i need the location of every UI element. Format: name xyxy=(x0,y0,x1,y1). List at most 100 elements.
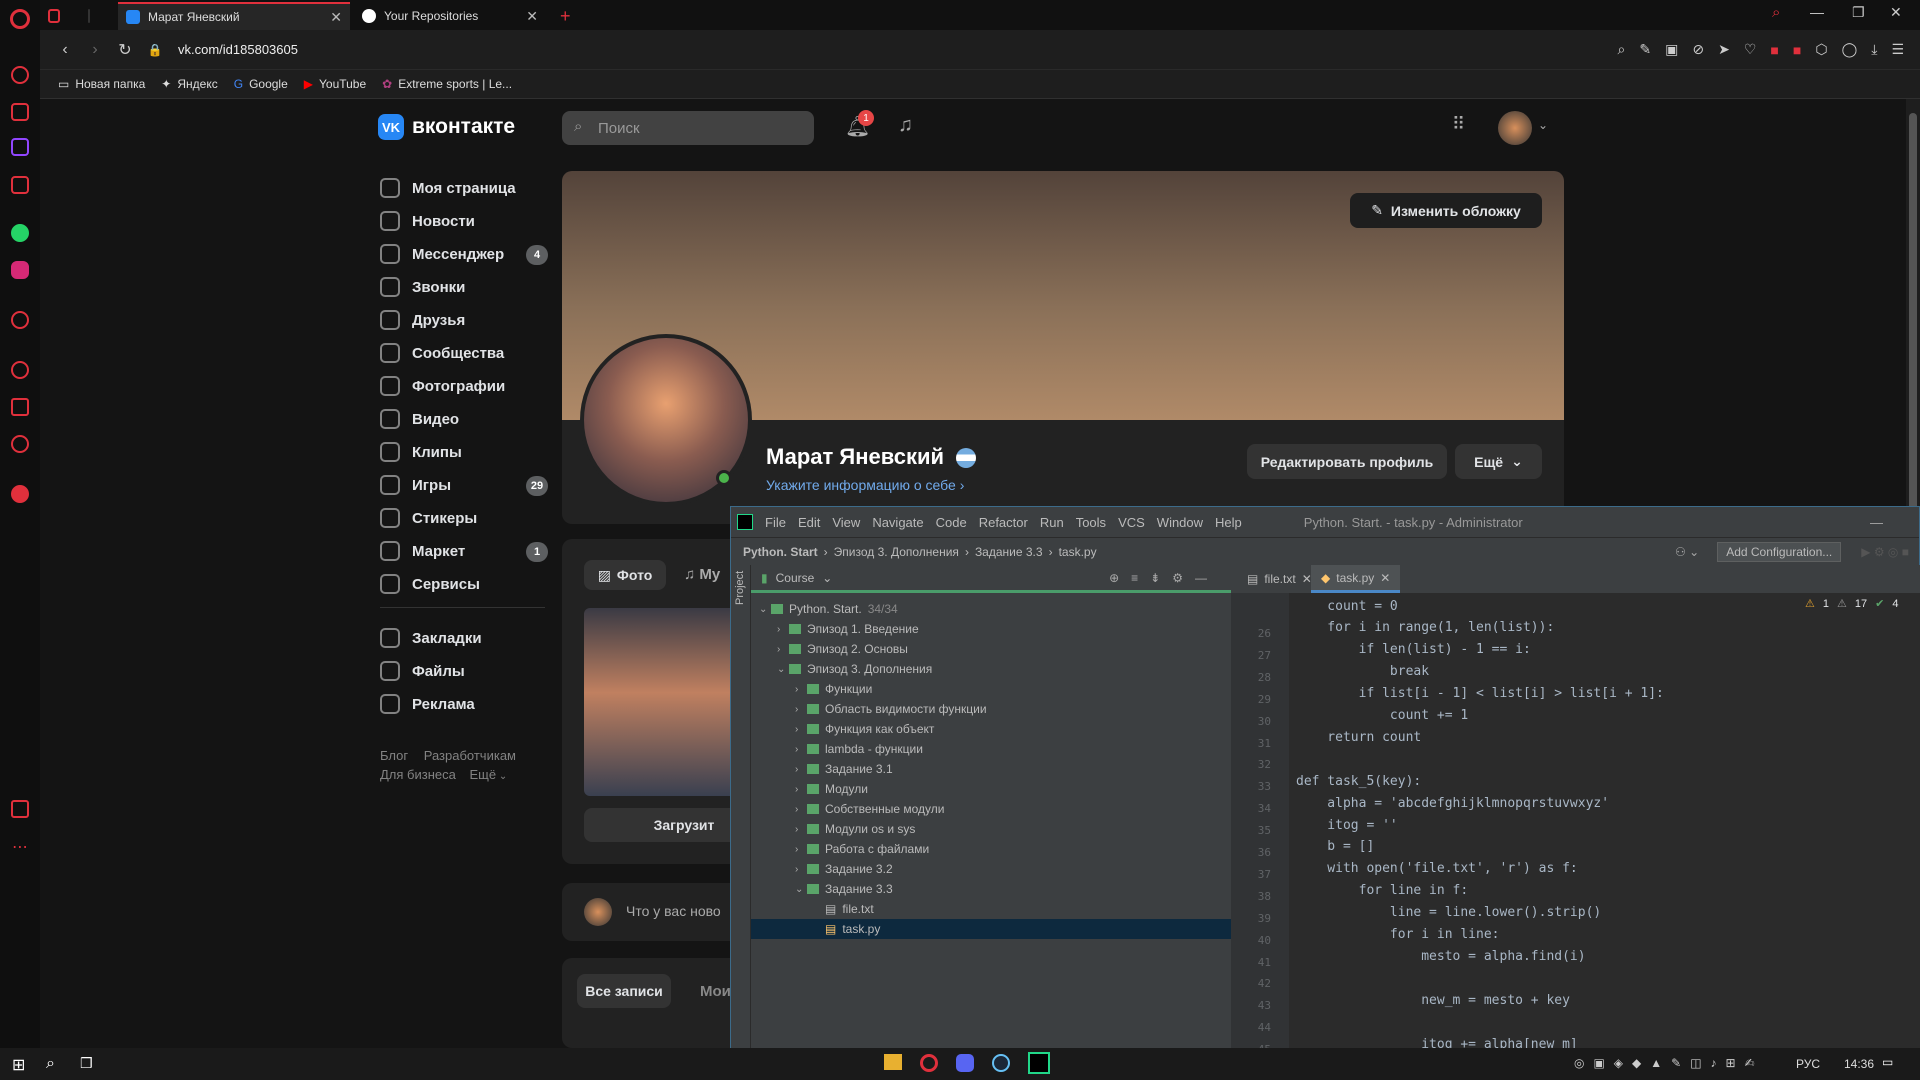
camera-icon[interactable]: ▣ xyxy=(1665,41,1678,58)
code-line[interactable]: count += 1 xyxy=(1296,705,1468,727)
tree-row[interactable]: ⌄ Эпизод 3. Дополнения xyxy=(751,659,1231,679)
code-line[interactable]: def task_5(key): xyxy=(1296,770,1421,792)
tree-row[interactable]: › Функции xyxy=(751,679,1231,699)
tab-my-posts[interactable]: Мои xyxy=(700,983,731,1000)
footer-link-dev[interactable]: Разработчикам xyxy=(424,748,516,763)
menu-edit[interactable]: Edit xyxy=(798,515,820,530)
box-icon[interactable] xyxy=(11,398,29,416)
menu-help[interactable]: Help xyxy=(1215,515,1242,530)
settings-icon[interactable] xyxy=(11,435,29,453)
editor-tab-file-txt[interactable]: ▤ file.txt ✕ xyxy=(1237,565,1322,593)
whatsapp-icon[interactable] xyxy=(11,224,29,242)
tree-row[interactable]: ⌄ Python. Start. 34/34 xyxy=(751,599,1231,619)
tab-pinned[interactable] xyxy=(80,2,98,30)
code-line[interactable]: for line in f: xyxy=(1296,880,1469,902)
chevron-icon[interactable]: › xyxy=(777,624,789,635)
bookmark-extreme[interactable]: ✿ Extreme sports | Le... xyxy=(382,77,512,91)
menu-item[interactable]: Сообщества xyxy=(380,343,504,363)
chevron-icon[interactable]: › xyxy=(795,824,807,835)
history-icon[interactable] xyxy=(11,361,29,379)
tree-row[interactable]: › Задание 3.1 xyxy=(751,759,1231,779)
twitch-icon[interactable] xyxy=(11,138,29,156)
menu-item[interactable]: Мессенджер xyxy=(380,244,504,264)
search-icon[interactable]: ⌕ xyxy=(46,1055,55,1073)
breadcrumb-item[interactable]: Эпизод 3. Дополнения xyxy=(834,545,959,559)
reload-icon[interactable]: ↻ xyxy=(110,40,140,60)
chevron-icon[interactable]: › xyxy=(795,784,807,795)
code-line[interactable]: break xyxy=(1296,661,1429,683)
forward-icon[interactable]: › xyxy=(80,41,110,59)
tree-row[interactable]: › Модули xyxy=(751,779,1231,799)
pycharm-taskbar-icon[interactable] xyxy=(1028,1052,1050,1074)
breadcrumb-item[interactable]: task.py xyxy=(1059,545,1097,559)
bookmark-google[interactable]: G Google xyxy=(234,77,288,91)
avatar[interactable] xyxy=(1498,111,1532,145)
tree-row[interactable]: › lambda - функции xyxy=(751,739,1231,759)
menu-window[interactable]: Window xyxy=(1157,515,1203,530)
code-line[interactable]: return count xyxy=(1296,726,1421,748)
vk-logo[interactable]: VK вконтакте xyxy=(378,114,515,140)
tab-photo[interactable]: ▨ Фото xyxy=(584,560,666,590)
code-line[interactable]: for i in line: xyxy=(1296,924,1500,946)
menu-item[interactable]: Сервисы xyxy=(380,574,480,594)
chevron-icon[interactable]: ⌄ xyxy=(777,664,789,675)
code-line[interactable]: new_m = mesto + key xyxy=(1296,989,1570,1011)
opera-logo[interactable] xyxy=(0,0,40,40)
chevron-down-icon[interactable]: ⌄ xyxy=(1538,118,1548,132)
tab-game-icon[interactable] xyxy=(40,2,68,30)
editor-tab-task-py[interactable]: ◆ task.py ✕ xyxy=(1311,565,1401,593)
menu-refactor[interactable]: Refactor xyxy=(979,515,1028,530)
instagram-icon[interactable] xyxy=(11,261,29,279)
menu-item[interactable]: Маркет xyxy=(380,541,465,561)
change-cover-button[interactable]: ✎ Изменить обложку xyxy=(1350,193,1542,228)
extension-icon[interactable]: ■ xyxy=(1793,42,1801,58)
opera-taskbar-icon[interactable] xyxy=(920,1054,938,1072)
chevron-icon[interactable]: › xyxy=(795,704,807,715)
minimize-icon[interactable]: — xyxy=(1810,4,1824,20)
tree-row[interactable]: › Область видимости функции xyxy=(751,699,1231,719)
new-tab-button[interactable]: + xyxy=(552,2,579,30)
code-editor[interactable]: ▤ file.txt ✕ ◆ task.py ✕ 26 27 28 29 30 31 32 33 34 3… xyxy=(1231,565,1920,1078)
code-line[interactable]: with open('file.txt', 'r') as f: xyxy=(1296,858,1577,880)
back-icon[interactable]: ‹ xyxy=(50,41,80,59)
upload-button[interactable]: Загрузит xyxy=(584,808,744,842)
close-tab-icon[interactable]: ✕ xyxy=(330,9,342,26)
more-button[interactable]: Ещё ⌄ xyxy=(1455,444,1542,479)
search-input[interactable]: ⌕ Поиск xyxy=(562,111,814,145)
breadcrumb-item[interactable]: Python. Start xyxy=(743,545,818,559)
code-line[interactable]: itog = '' xyxy=(1296,814,1397,836)
menu-item[interactable]: Новости xyxy=(380,211,475,231)
language-indicator[interactable]: РУС xyxy=(1796,1057,1820,1071)
tree-row[interactable]: › Работа с файлами xyxy=(751,839,1231,859)
panel-tools[interactable]: ⊕≡⇟⚙— xyxy=(1109,571,1219,585)
bookmark-youtube[interactable]: ▶ YouTube xyxy=(304,77,366,91)
tab-vk[interactable]: Марат Яневский ✕ xyxy=(118,2,350,30)
menu-item[interactable]: Фотографии xyxy=(380,376,505,396)
profile-about-link[interactable]: Укажите информацию о себе › xyxy=(766,477,964,493)
tree-row[interactable]: ▤ file.txt xyxy=(751,899,1231,919)
add-configuration-button[interactable]: Add Configuration... xyxy=(1717,541,1842,562)
user-icon[interactable]: ⚇ ⌄ xyxy=(1675,545,1699,559)
send-icon[interactable]: ➤ xyxy=(1718,41,1730,58)
chevron-icon[interactable]: › xyxy=(795,764,807,775)
account-icon[interactable]: ◯ xyxy=(1842,41,1858,58)
menu-item[interactable]: Закладки xyxy=(380,628,482,648)
maximize-icon[interactable]: ❐ xyxy=(1852,4,1865,21)
music-icon[interactable]: ♫ xyxy=(898,114,913,137)
menu-code[interactable]: Code xyxy=(936,515,967,530)
code-line[interactable]: line = line.lower().strip() xyxy=(1296,902,1601,924)
tab-music[interactable]: ♫ Му xyxy=(684,566,720,583)
menu-tools[interactable]: Tools xyxy=(1076,515,1106,530)
tree-row[interactable]: › Эпизод 1. Введение xyxy=(751,619,1231,639)
tree-row[interactable]: › Эпизод 2. Основы xyxy=(751,639,1231,659)
inspection-widget[interactable]: ⚠ 1 ⚠ 17 ✔ 4 xyxy=(1805,597,1898,611)
clock[interactable]: 14:36 xyxy=(1844,1057,1874,1071)
search-icon[interactable]: ⌕ xyxy=(1618,41,1626,58)
windows-start-icon[interactable]: ⊞ xyxy=(12,1055,25,1075)
menu-view[interactable]: View xyxy=(832,515,860,530)
ublock-icon[interactable] xyxy=(11,485,29,503)
close-tab-icon[interactable]: ✕ xyxy=(526,8,538,25)
menu-item[interactable]: Реклама xyxy=(380,694,475,714)
scrollbar-thumb[interactable] xyxy=(1909,113,1917,533)
code-line[interactable]: if list[i - 1] < list[i] > list[i + 1]: xyxy=(1296,683,1664,705)
